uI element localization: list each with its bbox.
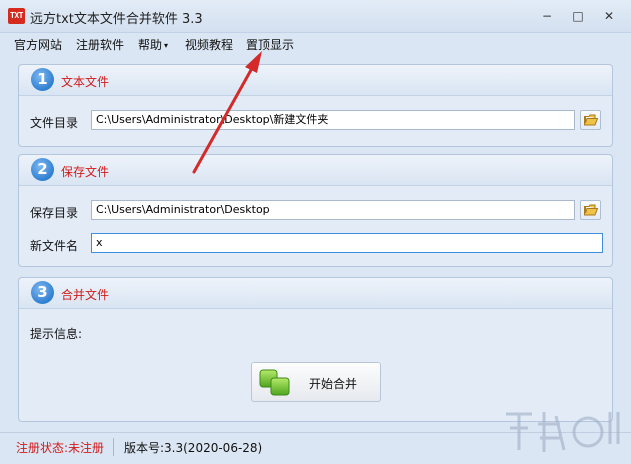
menu-video-tutorial[interactable]: 视频教程 [185,36,233,53]
save-dir-label: 保存目录 [30,206,79,220]
minimize-button[interactable]: − [539,8,555,24]
start-merge-button[interactable]: 开始合并 [251,362,381,402]
step-number-badge: 3 [31,281,54,304]
menu-official-site[interactable]: 官方网站 [14,36,62,53]
menu-always-on-top[interactable]: 置顶显示 [246,36,294,53]
new-filename-input[interactable]: x [91,233,603,253]
merge-icon [259,369,290,396]
section-text-files: 1 文本文件 文件目录 C:\Users\Administrator\Deskt… [18,64,613,147]
version-label: 版本号:3.3(2020-06-28) [124,441,263,455]
section-title: 保存文件 [61,165,110,179]
folder-icon [584,204,598,216]
new-filename-label: 新文件名 [30,239,79,253]
menu-help[interactable]: 帮助 ▾ [138,36,168,53]
folder-icon [584,114,598,126]
section-merge: 3 合并文件 提示信息: 开始合并 [18,277,613,422]
browse-save-button[interactable] [580,200,601,220]
section-header: 2 保存文件 [19,155,612,186]
section-header: 1 文本文件 [19,65,612,96]
window-title: 远方txt文本文件合并软件 3.3 [30,12,203,27]
maximize-button[interactable]: □ [570,8,586,24]
start-merge-label: 开始合并 [309,377,358,391]
source-dir-input[interactable]: C:\Users\Administrator\Desktop\新建文件夹 [91,110,575,130]
chevron-down-icon: ▾ [164,41,169,50]
menu-bar: 官方网站 注册软件 帮助 ▾ 视频教程 置顶显示 [0,33,631,55]
title-bar: TXT 远方txt文本文件合并软件 3.3 − □ ✕ [0,0,631,33]
watermark-logo-icon [506,412,620,452]
section-title: 合并文件 [61,288,110,302]
close-button[interactable]: ✕ [601,8,617,24]
step-number-badge: 1 [31,68,54,91]
source-dir-label: 文件目录 [30,116,79,130]
status-divider [113,438,114,456]
registration-status: 注册状态:未注册 [16,441,105,455]
browse-source-button[interactable] [580,110,601,130]
section-header: 3 合并文件 [19,278,612,309]
menu-help-label: 帮助 [138,38,163,52]
section-title: 文本文件 [61,75,110,89]
step-number-badge: 2 [31,158,54,181]
info-label: 提示信息: [30,327,83,341]
section-save-file: 2 保存文件 保存目录 C:\Users\Administrator\Deskt… [18,154,613,267]
app-icon: TXT [8,8,25,24]
menu-register[interactable]: 注册软件 [76,36,124,53]
save-dir-input[interactable]: C:\Users\Administrator\Desktop [91,200,575,220]
